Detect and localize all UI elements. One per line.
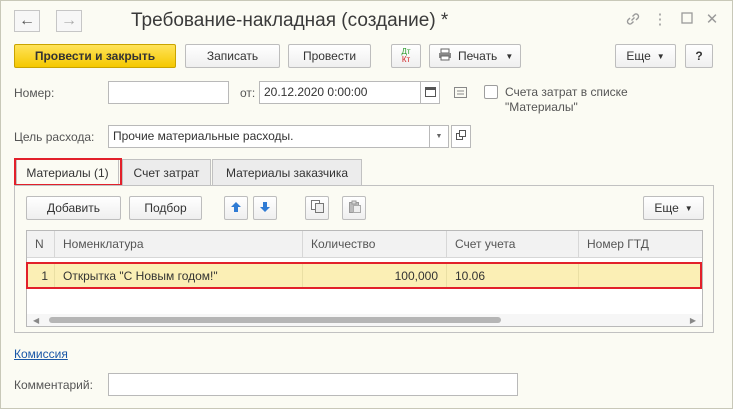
arrow-left-icon: ← [19,12,35,29]
chevron-down-icon: ▼ [684,203,693,213]
paste-button[interactable] [342,196,366,220]
purpose-label: Цель расхода: [14,130,95,144]
copy-button[interactable] [305,196,329,220]
table-header: N Номенклатура Количество Счет учета Ном… [27,231,702,258]
materials-more-label: Еще [654,201,679,215]
more-label: Еще [626,49,651,63]
calendar-button[interactable] [420,81,440,104]
calendar-icon [424,86,436,100]
materials-more-button[interactable]: Еще ▼ [643,196,704,220]
move-up-button[interactable] [224,196,248,220]
chevron-down-icon: ▼ [656,51,665,61]
column-header-account[interactable]: Счет учета [447,231,579,258]
copy-icon [310,200,324,216]
maximize-icon[interactable] [678,11,696,29]
tab-customer-materials[interactable]: Материалы заказчика [212,159,362,185]
arrow-right-icon: → [61,12,77,29]
back-button[interactable]: ← [14,10,40,32]
cost-accounts-label-line2: "Материалы" [505,100,578,114]
tab-cost-account[interactable]: Счет затрат [122,159,211,185]
date-from-label: от: [240,86,256,100]
row-highlight [26,262,702,289]
purpose-dropdown-button[interactable]: ▼ [429,125,449,148]
purpose-field[interactable]: Прочие материальные расходы. [108,125,430,148]
list-icon[interactable] [454,87,467,101]
print-button[interactable]: Печать ▼ [429,44,521,68]
chevron-down-icon: ▼ [435,133,443,140]
close-icon[interactable]: ✕ [703,11,721,29]
printer-icon [438,48,452,64]
post-button[interactable]: Провести [288,44,371,68]
number-label: Номер: [14,86,55,100]
comment-field[interactable] [108,373,518,396]
open-icon [456,130,466,143]
document-window: ← → Требование-накладная (создание) * ⋮ … [0,0,733,409]
arrow-up-icon [230,201,242,216]
chevron-down-icon: ▼ [505,51,514,61]
commission-link[interactable]: Комиссия [14,347,68,361]
column-header-n[interactable]: N [27,231,55,258]
page-title: Требование-накладная (создание) * [131,10,449,31]
scroll-right-icon[interactable]: ▶ [690,316,696,325]
move-down-button[interactable] [253,196,277,220]
column-header-gtd[interactable]: Номер ГТД [579,231,702,258]
save-button[interactable]: Записать [185,44,280,68]
more-vertical-icon[interactable]: ⋮ [651,11,669,29]
help-button[interactable]: ? [685,44,713,68]
scroll-left-icon[interactable]: ◀ [33,316,39,325]
column-header-item[interactable]: Номенклатура [55,231,303,258]
horizontal-scrollbar[interactable]: ◀ ▶ [27,314,702,326]
column-header-quantity[interactable]: Количество [303,231,447,258]
cost-accounts-checkbox[interactable] [484,85,498,99]
add-button[interactable]: Добавить [26,196,121,220]
scrollbar-thumb[interactable] [49,317,501,323]
post-and-close-button[interactable]: Провести и закрыть [14,44,176,68]
cost-accounts-label-line1: Счета затрат в списке [505,85,628,99]
tab-highlight [14,158,122,186]
arrow-down-icon [259,201,271,216]
link-icon[interactable] [624,11,642,29]
print-label: Печать [458,49,498,63]
number-field[interactable] [108,81,229,104]
comment-label: Комментарий: [14,378,93,392]
paste-icon [348,200,361,216]
date-field[interactable]: 20.12.2020 0:00:00 [259,81,421,104]
select-button[interactable]: Подбор [129,196,202,220]
forward-button[interactable]: → [56,10,82,32]
kt-label: Кт [401,55,411,64]
dt-kt-button[interactable]: Дт Кт [391,44,421,68]
more-button[interactable]: Еще ▼ [615,44,676,68]
purpose-open-button[interactable] [451,125,471,148]
